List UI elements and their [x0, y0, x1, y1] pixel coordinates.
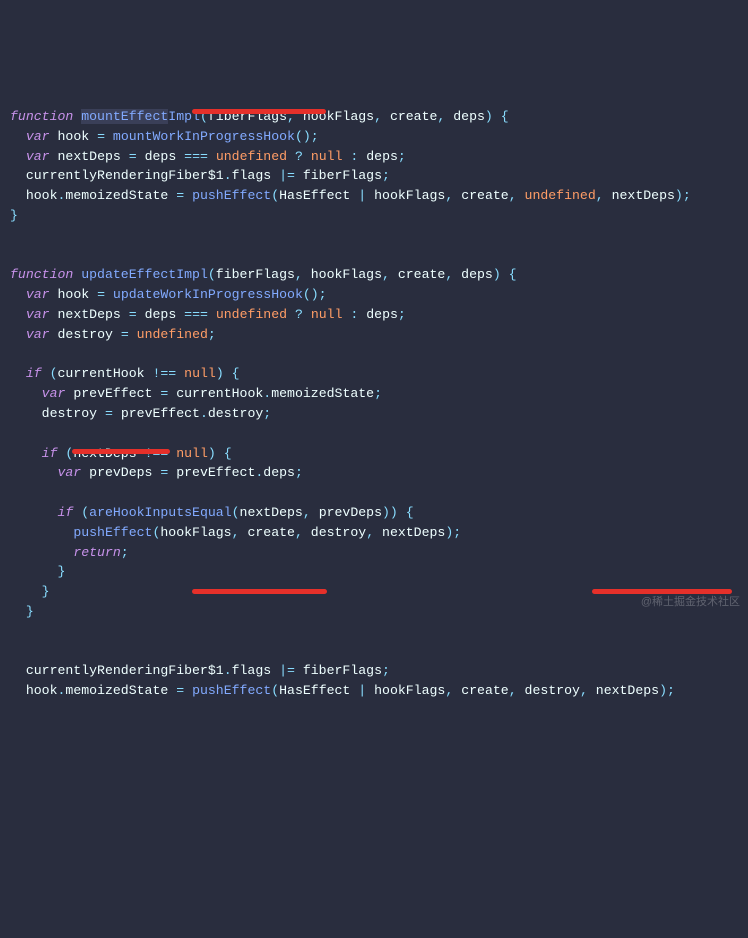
- param-deps: deps: [453, 109, 485, 124]
- param-hookFlags: hookFlags: [311, 267, 382, 282]
- id-nextDeps: nextDeps: [612, 188, 675, 203]
- prop-flags: flags: [232, 663, 272, 678]
- id-nextDeps: nextDeps: [596, 683, 659, 698]
- const-undefined: undefined: [137, 327, 208, 342]
- kw-var: var: [26, 149, 50, 164]
- id-currentlyRenderingFiber: currentlyRenderingFiber$1: [26, 168, 224, 183]
- id-hook: hook: [26, 683, 58, 698]
- var-destroy: destroy: [58, 327, 113, 342]
- kw-var: var: [26, 327, 50, 342]
- var-hook: hook: [58, 287, 90, 302]
- kw-if: if: [42, 446, 58, 461]
- id-deps: deps: [145, 307, 177, 322]
- id-hookFlags: hookFlags: [374, 683, 445, 698]
- id-fiberFlags: fiberFlags: [303, 663, 382, 678]
- var-prevEffect: prevEffect: [73, 386, 152, 401]
- prop-deps: deps: [263, 465, 295, 480]
- kw-function: function: [10, 267, 73, 282]
- fn-mountEffectImpl: mountEffectImpl: [81, 109, 200, 124]
- id-destroy: destroy: [42, 406, 97, 421]
- kw-var: var: [26, 287, 50, 302]
- id-hook: hook: [26, 188, 58, 203]
- kw-if: if: [57, 505, 73, 520]
- kw-function: function: [10, 109, 73, 124]
- kw-if: if: [26, 366, 42, 381]
- param-create: create: [390, 109, 437, 124]
- id-deps: deps: [366, 307, 398, 322]
- prop-memoizedState: memoizedState: [65, 188, 168, 203]
- const-null: null: [311, 307, 343, 322]
- id-HasEffect: HasEffect: [279, 683, 350, 698]
- id-destroy: destroy: [525, 683, 580, 698]
- id-deps: deps: [366, 149, 398, 164]
- id-hookFlags: hookFlags: [160, 525, 231, 540]
- id-currentHook: currentHook: [58, 366, 145, 381]
- param-fiberFlags: fiberFlags: [208, 109, 287, 124]
- var-nextDeps: nextDeps: [58, 307, 121, 322]
- prop-memoizedState: memoizedState: [271, 386, 374, 401]
- const-null: null: [184, 366, 216, 381]
- id-prevEffect: prevEffect: [176, 465, 255, 480]
- fn-updateEffectImpl: updateEffectImpl: [81, 267, 208, 282]
- param-hookFlags: hookFlags: [303, 109, 374, 124]
- var-prevDeps: prevDeps: [89, 465, 152, 480]
- const-undefined: undefined: [216, 149, 287, 164]
- fn-pushEffect: pushEffect: [192, 188, 271, 203]
- param-create: create: [398, 267, 445, 282]
- prop-destroy: destroy: [208, 406, 263, 421]
- id-currentHook: currentHook: [176, 386, 263, 401]
- kw-var: var: [26, 129, 50, 144]
- id-nextDeps: nextDeps: [73, 446, 136, 461]
- id-HasEffect: HasEffect: [279, 188, 350, 203]
- kw-var: var: [26, 307, 50, 322]
- const-undefined: undefined: [525, 188, 596, 203]
- id-deps: deps: [145, 149, 177, 164]
- const-null: null: [311, 149, 343, 164]
- id-create: create: [247, 525, 294, 540]
- id-nextDeps: nextDeps: [382, 525, 445, 540]
- var-nextDeps: nextDeps: [58, 149, 121, 164]
- fn-areHookInputsEqual: areHookInputsEqual: [89, 505, 231, 520]
- prop-flags: flags: [232, 168, 272, 183]
- id-destroy: destroy: [311, 525, 366, 540]
- kw-var: var: [42, 386, 66, 401]
- id-fiberFlags: fiberFlags: [303, 168, 382, 183]
- highlight-mountEffect: mountEffect: [81, 109, 168, 124]
- fn-pushEffect: pushEffect: [73, 525, 152, 540]
- const-null: null: [176, 446, 208, 461]
- id-prevDeps: prevDeps: [319, 505, 382, 520]
- param-deps: deps: [461, 267, 493, 282]
- id-currentlyRenderingFiber: currentlyRenderingFiber$1: [26, 663, 224, 678]
- id-create: create: [461, 683, 508, 698]
- id-create: create: [461, 188, 508, 203]
- watermark: @稀土掘金技术社区: [641, 594, 740, 611]
- fn-updateWorkInProgressHook: updateWorkInProgressHook: [113, 287, 303, 302]
- kw-return: return: [73, 545, 120, 560]
- param-fiberFlags: fiberFlags: [216, 267, 295, 282]
- fn-pushEffect: pushEffect: [192, 683, 271, 698]
- kw-var: var: [57, 465, 81, 480]
- id-prevEffect: prevEffect: [121, 406, 200, 421]
- fn-mountWorkInProgressHook: mountWorkInProgressHook: [113, 129, 295, 144]
- id-nextDeps: nextDeps: [240, 505, 303, 520]
- id-hookFlags: hookFlags: [374, 188, 445, 203]
- const-undefined: undefined: [216, 307, 287, 322]
- code-block: function mountEffectImpl(fiberFlags, hoo…: [10, 87, 738, 701]
- var-hook: hook: [58, 129, 90, 144]
- prop-memoizedState: memoizedState: [65, 683, 168, 698]
